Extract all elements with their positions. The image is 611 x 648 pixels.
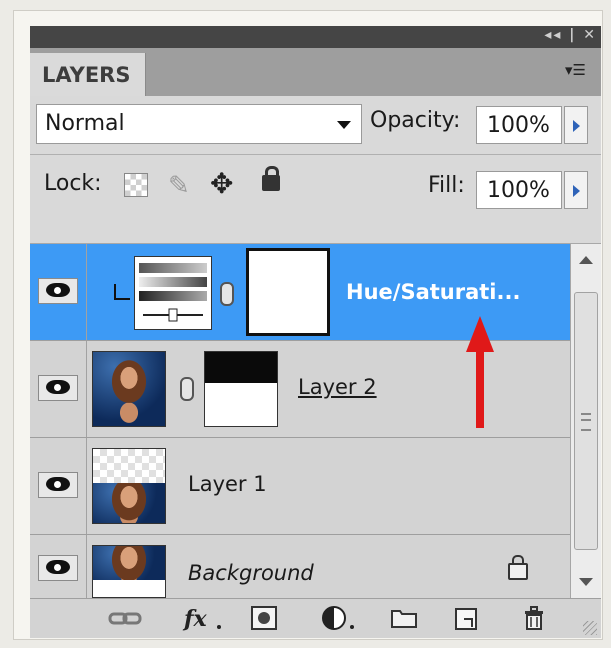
tab-layers[interactable]: LAYERS — [30, 53, 146, 96]
lock-transparent-icon[interactable] — [124, 173, 148, 197]
opacity-field[interactable]: 100% — [476, 106, 562, 144]
lock-all-icon[interactable] — [262, 166, 280, 191]
visibility-toggle[interactable] — [30, 244, 87, 340]
layer-row-background[interactable]: Background — [30, 535, 570, 598]
opacity-label: Opacity: — [370, 108, 461, 133]
adjustment-thumbnail[interactable] — [134, 256, 212, 330]
panel-title-bar: ◂◂ | ✕ — [30, 26, 601, 48]
eye-icon — [38, 375, 78, 401]
fill-label: Fill: — [428, 173, 465, 198]
delete-layer-icon[interactable] — [518, 605, 552, 631]
lock-label: Lock: — [44, 171, 102, 196]
blend-mode-value: Normal — [45, 111, 125, 136]
layer-name[interactable]: Layer 2 — [298, 375, 377, 399]
panel-menu-icon[interactable]: ▾☰ — [565, 61, 595, 81]
lock-icon — [508, 555, 528, 580]
controls-divider — [30, 154, 601, 155]
arrow-right-icon — [573, 185, 580, 197]
eye-icon — [38, 278, 78, 304]
layer-row-layer-2[interactable]: Layer 2 — [30, 341, 570, 438]
scroll-down-icon[interactable] — [579, 578, 593, 586]
mask-link-icon[interactable] — [220, 282, 234, 306]
layers-scrollbar[interactable] — [570, 244, 601, 598]
annotation-arrow-icon — [466, 316, 494, 428]
panel-tab-row: LAYERS ▾☰ — [30, 48, 601, 96]
lock-pixels-brush-icon[interactable]: ✎ — [168, 171, 198, 201]
blend-mode-select[interactable]: Normal — [36, 104, 362, 144]
layers-list: Hue/Saturati... Layer 2 Layer 1 Backgrou… — [30, 244, 601, 598]
scroll-up-icon[interactable] — [579, 256, 593, 264]
layer-name[interactable]: Layer 1 — [188, 472, 267, 496]
layer-thumbnail[interactable] — [92, 448, 166, 524]
adjustment-layer-icon[interactable] — [320, 605, 360, 631]
grip-icon — [581, 413, 591, 431]
layers-footer-toolbar: fx — [30, 598, 601, 638]
visibility-toggle[interactable] — [30, 438, 87, 534]
scrollbar-thumb[interactable] — [574, 292, 598, 550]
lock-options: ✎ ✥ — [122, 166, 292, 205]
layer-name[interactable]: Background — [188, 561, 314, 585]
add-mask-icon[interactable] — [248, 605, 284, 631]
fill-slider-button[interactable] — [564, 171, 588, 209]
layer-thumbnail[interactable] — [92, 545, 166, 598]
adjustment-mask-thumbnail[interactable] — [246, 248, 330, 336]
fill-field[interactable]: 100% — [476, 171, 562, 209]
opacity-slider-button[interactable] — [564, 106, 588, 144]
clipping-arrow-icon — [114, 284, 130, 300]
layer-thumbnail[interactable] — [92, 351, 166, 427]
hue-saturation-icon — [139, 263, 207, 322]
layer-thumbnail-image — [93, 483, 165, 523]
panel-window-buttons[interactable]: ◂◂ | ✕ — [544, 27, 597, 43]
layer-mask-thumbnail[interactable] — [204, 351, 278, 427]
fill-value: 100% — [487, 178, 550, 203]
eye-icon — [38, 472, 78, 498]
arrow-right-icon — [573, 120, 580, 132]
layer-name[interactable]: Hue/Saturati... — [346, 280, 520, 304]
layer-controls: Normal Opacity: 100% Lock: ✎ ✥ Fill: 100… — [30, 96, 601, 244]
new-group-icon[interactable] — [388, 605, 422, 631]
layer-row-layer-1[interactable]: Layer 1 — [30, 438, 570, 535]
mask-link-icon[interactable] — [180, 377, 194, 401]
layer-thumbnail-image — [93, 546, 165, 580]
resize-grip-icon[interactable] — [583, 621, 597, 635]
eye-icon — [38, 555, 78, 581]
new-layer-icon[interactable] — [450, 605, 484, 631]
opacity-value: 100% — [487, 113, 550, 138]
layers-panel: ◂◂ | ✕ LAYERS ▾☰ Normal Opacity: 100% Lo… — [30, 26, 601, 638]
tab-layers-label: LAYERS — [42, 63, 131, 87]
visibility-toggle[interactable] — [30, 341, 87, 437]
fx-icon[interactable]: fx — [182, 605, 226, 631]
chevron-down-icon — [337, 121, 351, 129]
link-layers-icon[interactable] — [108, 605, 144, 631]
svg-text:fx: fx — [182, 606, 207, 631]
lock-position-move-icon[interactable]: ✥ — [210, 167, 240, 200]
visibility-toggle[interactable] — [30, 535, 87, 598]
